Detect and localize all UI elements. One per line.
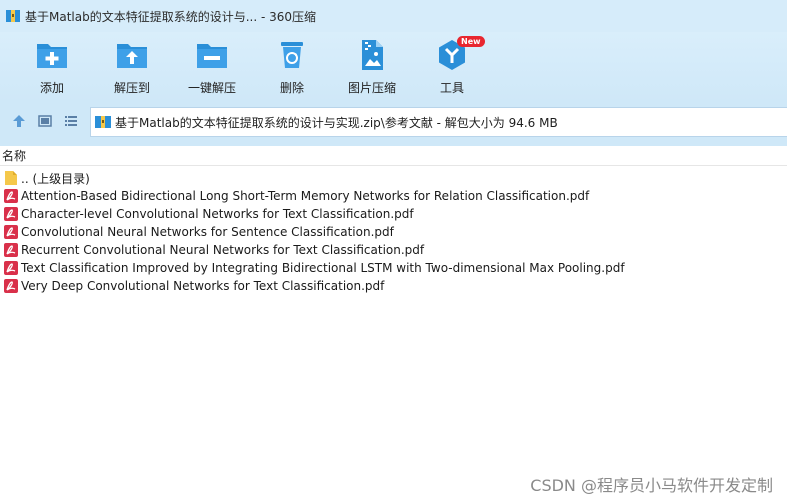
- image-compress-button[interactable]: 图片压缩: [337, 38, 407, 100]
- address-path: 基于Matlab的文本特征提取系统的设计与实现.zip\参考文献 - 解包大小为…: [115, 115, 558, 130]
- extract-to-label: 解压到: [113, 81, 150, 95]
- add-label: 添加: [39, 81, 64, 95]
- file-name: Text Classification Improved by Integrat…: [21, 261, 625, 275]
- window-title: 基于Matlab的文本特征提取系统的设计与... - 360压缩: [25, 9, 317, 24]
- list-view-button[interactable]: [60, 110, 82, 132]
- app-window: 基于Matlab的文本特征提取系统的设计与... - 360压缩 添加 解压到: [0, 0, 787, 504]
- file-name: Very Deep Convolutional Networks for Tex…: [21, 279, 385, 293]
- add-button[interactable]: 添加: [17, 38, 87, 100]
- tools-label: 工具: [439, 81, 464, 95]
- arrow-up-icon: [13, 115, 25, 127]
- parent-directory-label: .. (上级目录): [21, 171, 90, 186]
- one-click-extract-icon: [197, 44, 227, 68]
- tools-button[interactable]: New 工具: [417, 36, 487, 100]
- list-item[interactable]: Character-level Convolutional Networks f…: [0, 205, 787, 223]
- pdf-icon: [4, 225, 18, 239]
- column-header-name[interactable]: 名称: [0, 146, 787, 166]
- one-click-extract-button[interactable]: 一键解压: [177, 38, 247, 100]
- file-name: Recurrent Convolutional Neural Networks …: [21, 243, 425, 257]
- list-item[interactable]: Very Deep Convolutional Networks for Tex…: [0, 277, 787, 295]
- list-item[interactable]: Convolutional Neural Networks for Senten…: [0, 223, 787, 241]
- image-compress-icon: [362, 40, 383, 70]
- delete-label: 删除: [279, 81, 304, 95]
- new-badge: New: [457, 36, 485, 47]
- pdf-icon: [4, 189, 18, 203]
- extract-to-button[interactable]: 解压到: [97, 38, 167, 100]
- archive-icon: [95, 116, 111, 128]
- list-item[interactable]: Text Classification Improved by Integrat…: [0, 259, 787, 277]
- file-list: .. (上级目录) Attention-Based Bidirectional …: [0, 169, 787, 295]
- recycle-bin-icon: [281, 42, 303, 68]
- list-item[interactable]: Recurrent Convolutional Neural Networks …: [0, 241, 787, 259]
- file-name: Convolutional Neural Networks for Senten…: [21, 225, 394, 239]
- pdf-icon: [4, 279, 18, 293]
- folder-icon: [5, 171, 17, 185]
- address-row: 基于Matlab的文本特征提取系统的设计与实现.zip\参考文献 - 解包大小为…: [0, 102, 787, 140]
- delete-button[interactable]: 删除: [257, 38, 327, 100]
- file-name: Character-level Convolutional Networks f…: [21, 207, 414, 221]
- thumbnail-view-button[interactable]: [34, 110, 56, 132]
- toolbar: 添加 解压到 一键解压 删除 图片压缩 New 工具: [0, 32, 787, 102]
- address-bar[interactable]: 基于Matlab的文本特征提取系统的设计与实现.zip\参考文献 - 解包大小为…: [90, 107, 787, 137]
- parent-directory-row[interactable]: .. (上级目录): [0, 169, 787, 187]
- file-name: Attention-Based Bidirectional Long Short…: [21, 189, 590, 203]
- add-folder-icon: [37, 44, 67, 68]
- watermark: CSDN @程序员小马软件开发定制: [530, 476, 773, 495]
- image-compress-label: 图片压缩: [347, 81, 396, 95]
- title-bar: 基于Matlab的文本特征提取系统的设计与... - 360压缩: [0, 0, 787, 32]
- pdf-icon: [4, 261, 18, 275]
- thumbnail-view-icon: [38, 115, 52, 127]
- list-view-icon: [65, 116, 77, 126]
- extract-folder-icon: [117, 44, 147, 68]
- list-item[interactable]: Attention-Based Bidirectional Long Short…: [0, 187, 787, 205]
- archive-app-icon: [6, 10, 20, 22]
- one-click-extract-label: 一键解压: [187, 81, 236, 95]
- pdf-icon: [4, 243, 18, 257]
- pdf-icon: [4, 207, 18, 221]
- up-button[interactable]: [8, 110, 30, 132]
